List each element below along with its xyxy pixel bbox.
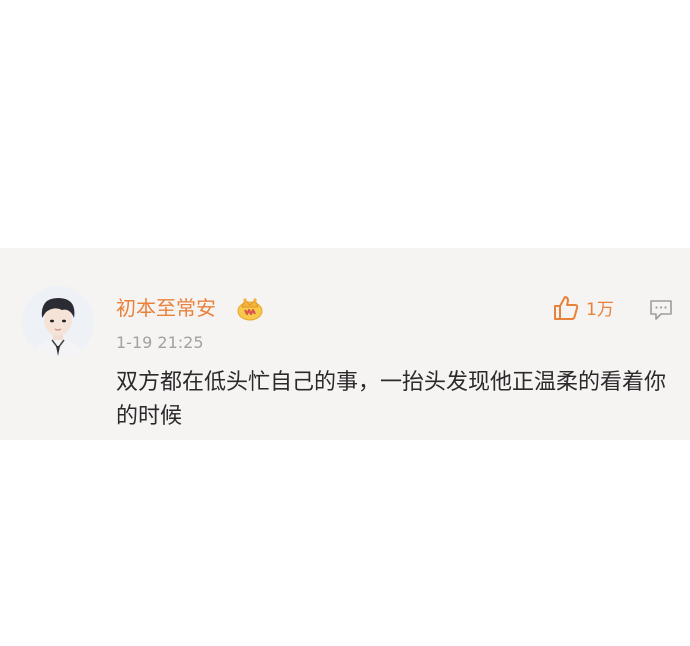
avatar[interactable] <box>22 286 94 358</box>
thumbs-up-icon <box>552 294 580 326</box>
like-button[interactable]: 1万 <box>552 296 614 324</box>
avatar-image <box>22 286 94 358</box>
comment-bubble-icon <box>649 300 673 325</box>
crown-vip-badge-icon <box>236 295 264 321</box>
comment-card: 初本至常安 1-19 21:25 1万 双方都在低头忙自己的事，一抬头发现他正温… <box>0 248 690 440</box>
comment-text: 双方都在低头忙自己的事，一抬头发现他正温柔的看着你的时候 <box>116 370 667 429</box>
page: 初本至常安 1-19 21:25 1万 双方都在低头忙自己的事，一抬头发现他正温… <box>0 0 690 646</box>
reply-button[interactable] <box>649 299 673 321</box>
like-count: 1万 <box>586 300 614 320</box>
username[interactable]: 初本至常安 <box>116 296 216 320</box>
comment-timestamp: 1-19 21:25 <box>116 333 204 352</box>
